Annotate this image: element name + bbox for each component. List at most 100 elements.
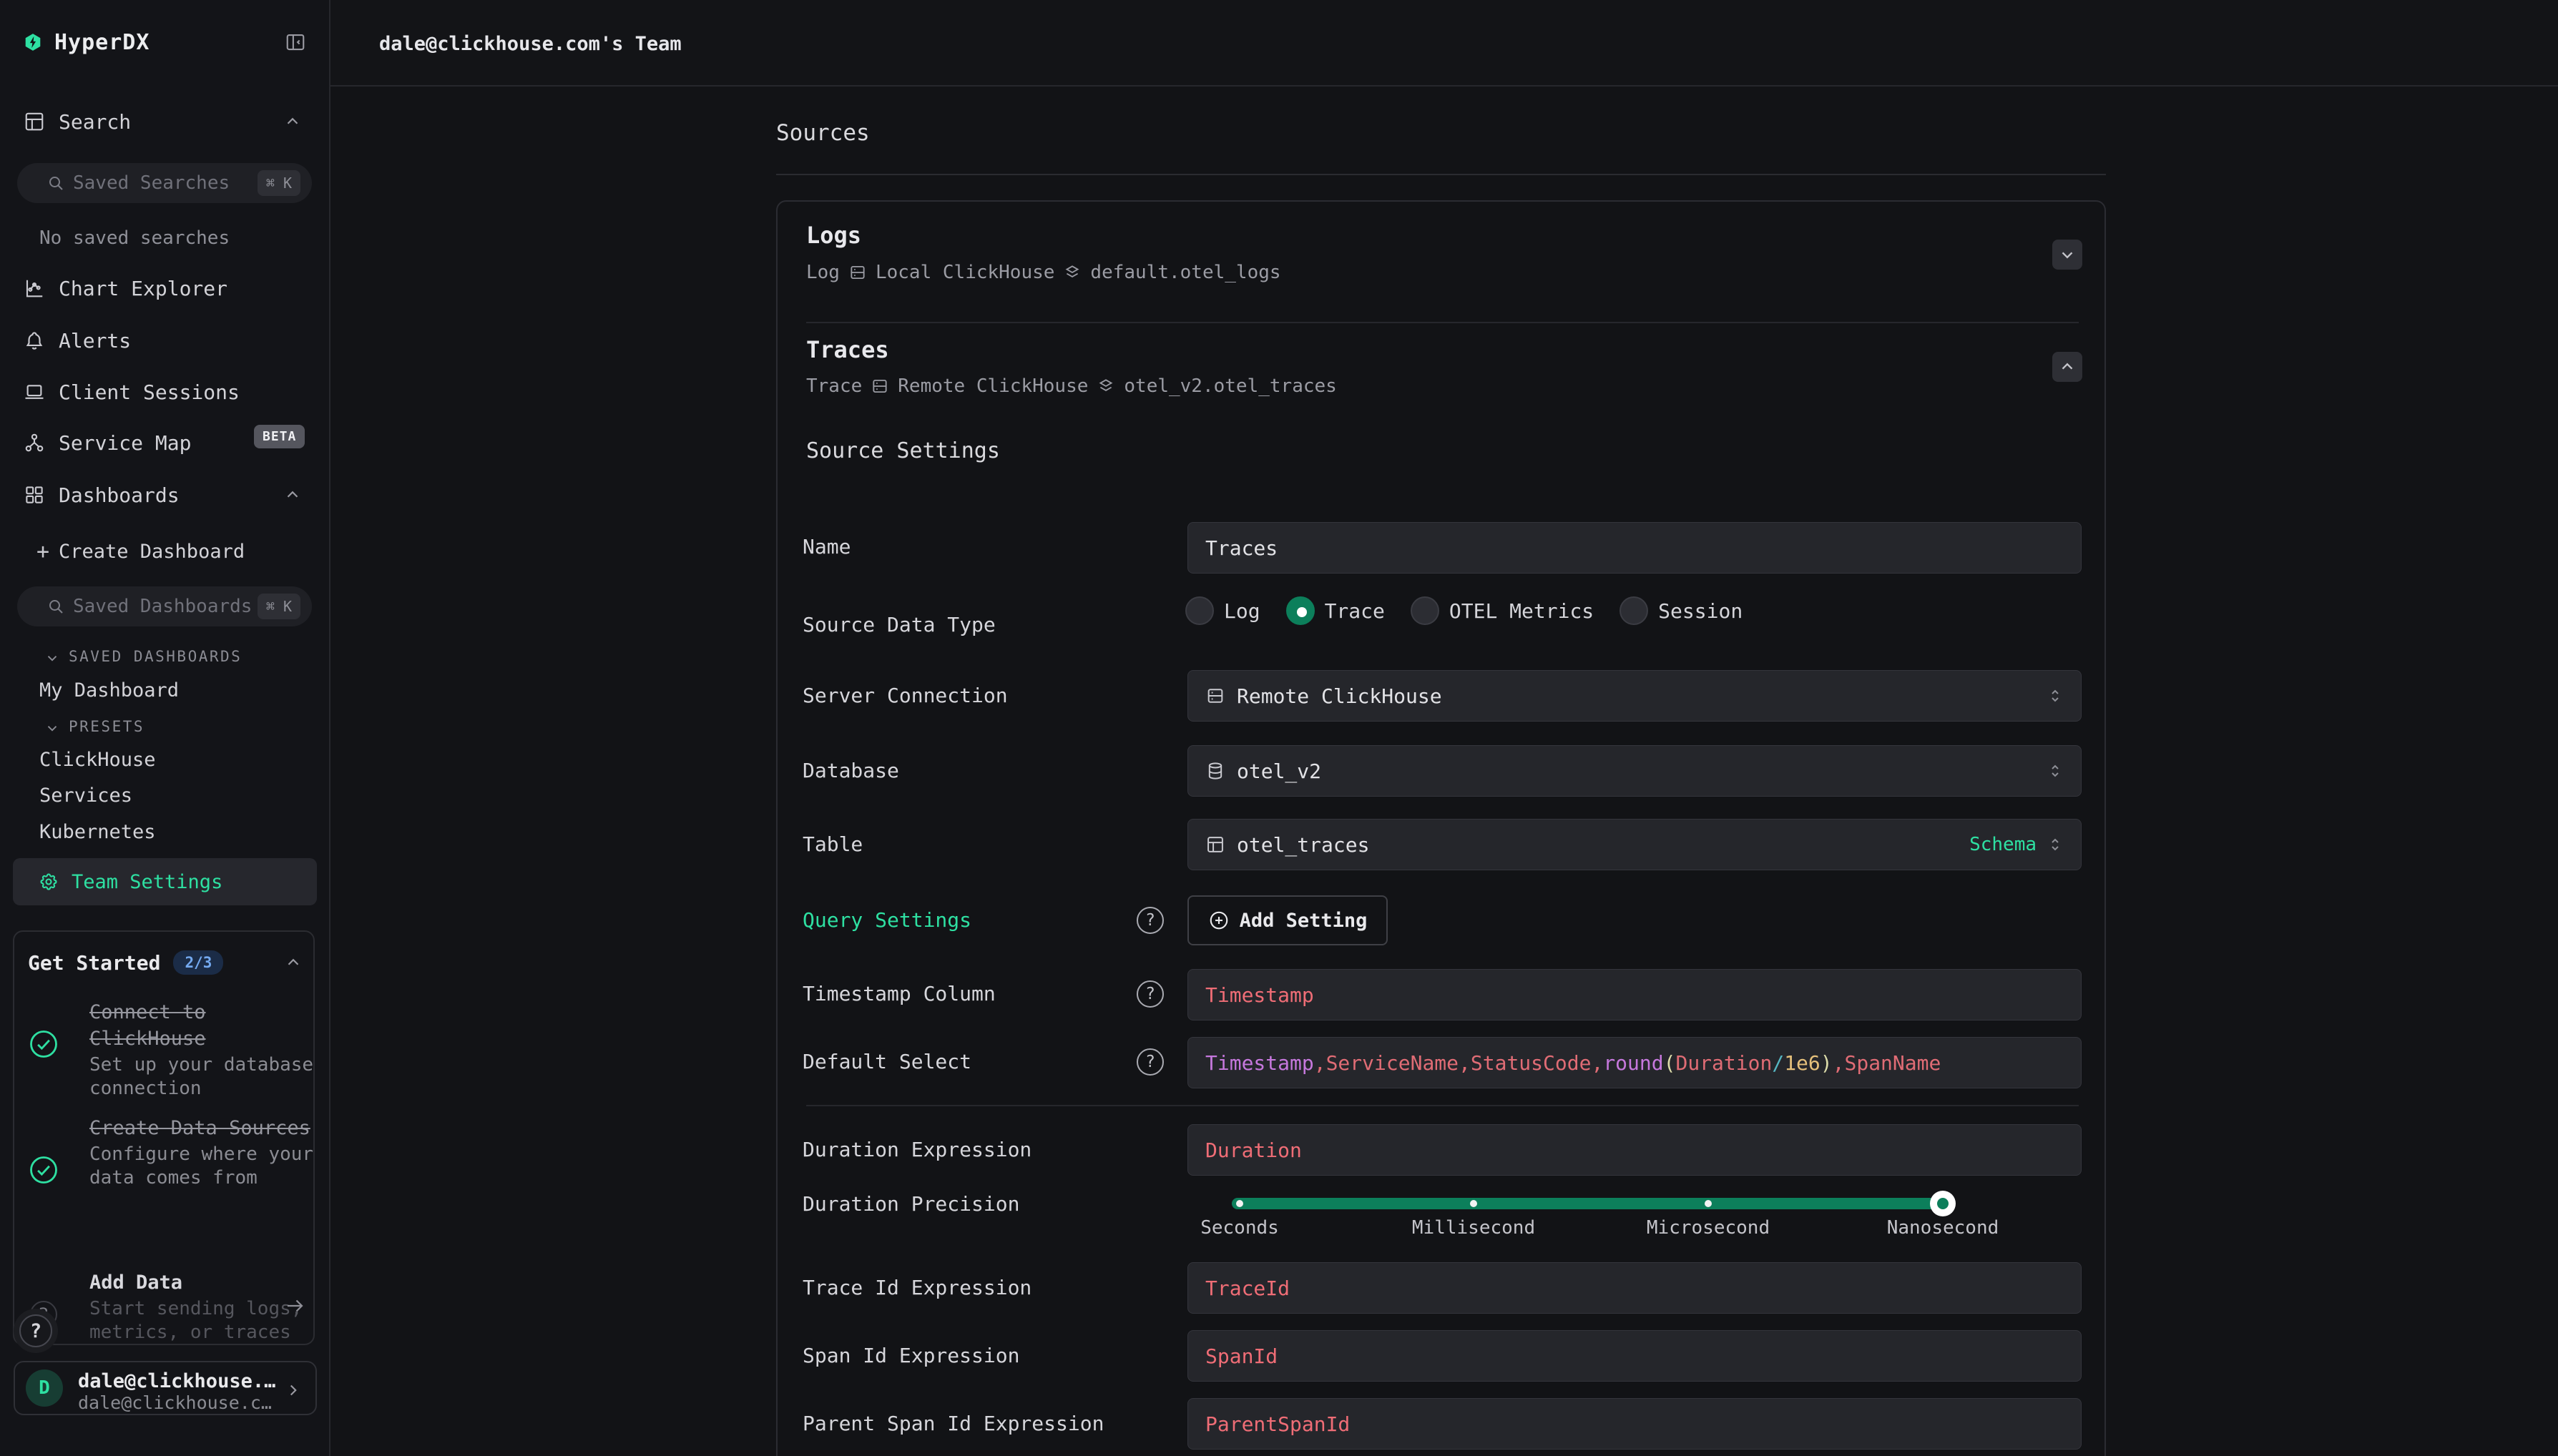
slider-handle[interactable]	[1930, 1191, 1956, 1216]
check-circle-icon	[29, 1029, 59, 1059]
radio-log[interactable]: Log	[1185, 596, 1260, 625]
get-started-item-add-data[interactable]: 3 Add Data Start sending logs, metrics, …	[29, 1269, 315, 1344]
table-select[interactable]: otel_traces Schema	[1187, 819, 2082, 870]
help-icon[interactable]: ?	[1137, 1048, 1164, 1076]
saved-searches-input[interactable]	[73, 172, 252, 194]
sidebar-item-chart-explorer[interactable]: Chart Explorer	[0, 274, 330, 302]
search-panel-icon	[24, 111, 45, 132]
team-settings-label: Team Settings	[72, 871, 222, 893]
logs-expand-button[interactable]	[2052, 240, 2082, 270]
help-icon[interactable]: ?	[1137, 907, 1164, 934]
duration-expression-label: Duration Expression	[803, 1138, 1031, 1161]
radio-circle	[1411, 596, 1439, 625]
saved-dashboards-search[interactable]: ⌘ K	[17, 586, 312, 626]
duration-precision-slider[interactable]: Seconds Millisecond Microsecond Nanoseco…	[1187, 1189, 2082, 1253]
span-id-label: Span Id Expression	[803, 1344, 1019, 1367]
slider-mark-label[interactable]: Millisecond	[1412, 1217, 1535, 1239]
section-presets[interactable]: PRESETS	[0, 717, 330, 736]
sidebar-item-clickhouse[interactable]: ClickHouse	[0, 749, 330, 770]
trace-id-value: TraceId	[1205, 1277, 1290, 1300]
help-icon[interactable]: ?	[1137, 980, 1164, 1008]
plus-circle-icon	[1208, 910, 1230, 931]
sidebar-item-service-map[interactable]: Service Map BETA	[0, 428, 330, 457]
source-settings-title: Source Settings	[806, 438, 1000, 463]
brand-row: HyperDX	[0, 26, 330, 60]
get-started-progress-badge: 2/3	[173, 950, 223, 975]
server-icon	[1205, 686, 1225, 706]
sidebar-item-kubernetes[interactable]: Kubernetes	[0, 821, 330, 842]
database-label: Database	[803, 759, 899, 782]
server-connection-select[interactable]: Remote ClickHouse	[1187, 670, 2082, 722]
duration-expression-input[interactable]: Duration	[1187, 1124, 2082, 1176]
saved-searches-search[interactable]: ⌘ K	[17, 163, 312, 203]
radio-otel-metrics[interactable]: OTEL Metrics	[1411, 596, 1594, 625]
hyperdx-app: HyperDX Search ⌘ K No saved searches	[0, 0, 2558, 1456]
parent-span-id-input[interactable]: ParentSpanId	[1187, 1398, 2082, 1450]
name-label: Name	[803, 536, 851, 559]
span-id-input[interactable]: SpanId	[1187, 1330, 2082, 1382]
sidebar: HyperDX Search ⌘ K No saved searches	[0, 0, 330, 1456]
radio-label: Trace	[1325, 599, 1385, 623]
beta-badge: BETA	[254, 425, 305, 448]
search-icon	[47, 598, 64, 615]
slider-mark-label[interactable]: Nanosecond	[1887, 1217, 1999, 1239]
check-circle-icon	[29, 1155, 59, 1185]
default-select-value: Timestamp,ServiceName,StatusCode,round(D…	[1205, 1051, 1941, 1075]
default-select-input[interactable]: Timestamp,ServiceName,StatusCode,round(D…	[1187, 1037, 2082, 1088]
get-started-item-sources[interactable]: Create Data Sources Configure where your…	[29, 1115, 315, 1190]
sidebar-item-dashboards[interactable]: Dashboards	[0, 481, 330, 509]
server-connection-label: Server Connection	[803, 684, 1008, 707]
chevron-up-icon[interactable]	[284, 953, 303, 972]
slider-mark-label[interactable]: Microsecond	[1647, 1217, 1770, 1239]
database-select[interactable]: otel_v2	[1187, 745, 2082, 797]
name-input[interactable]: Traces	[1187, 522, 2082, 574]
sidebar-collapse-icon[interactable]	[285, 31, 306, 53]
chevron-up-icon[interactable]	[283, 112, 302, 131]
source-data-type-label: Source Data Type	[803, 614, 996, 636]
main-header: dale@clickhouse.com's Team	[330, 0, 2558, 87]
slider-stop[interactable]	[1470, 1200, 1477, 1207]
team-title: dale@clickhouse.com's Team	[379, 33, 682, 55]
title-divider	[776, 174, 2106, 175]
slider-stop[interactable]	[1236, 1200, 1243, 1207]
search-icon	[47, 174, 64, 192]
sidebar-item-client-sessions[interactable]: Client Sessions	[0, 378, 330, 406]
arrow-right-icon	[284, 1295, 305, 1317]
radio-trace[interactable]: Trace	[1286, 596, 1385, 625]
timestamp-column-input[interactable]: Timestamp	[1187, 969, 2082, 1020]
section-label: PRESETS	[69, 718, 144, 735]
schema-link[interactable]: Schema	[1969, 834, 2037, 855]
sidebar-item-label: Dashboards	[59, 483, 180, 507]
help-button[interactable]: ?	[19, 1314, 52, 1347]
radio-session[interactable]: Session	[1619, 596, 1743, 625]
get-started-item-text: Add Data Start sending logs, metrics, or…	[89, 1269, 315, 1344]
sidebar-item-my-dashboard[interactable]: My Dashboard	[0, 679, 330, 701]
sidebar-item-search[interactable]: Search	[0, 107, 330, 136]
sidebar-item-label: Service Map	[59, 431, 191, 455]
get-started-header[interactable]: Get Started 2/3	[28, 950, 303, 975]
slider-stop[interactable]	[1705, 1200, 1712, 1207]
sidebar-item-alerts[interactable]: Alerts	[0, 326, 330, 355]
trace-id-label: Trace Id Expression	[803, 1277, 1031, 1299]
trace-id-input[interactable]: TraceId	[1187, 1262, 2082, 1314]
database-icon	[1205, 761, 1225, 781]
add-setting-button[interactable]: Add Setting	[1187, 895, 1388, 945]
slider-mark-label[interactable]: Seconds	[1200, 1217, 1279, 1239]
traces-source-meta: Trace Remote ClickHouse otel_v2.otel_tra…	[806, 375, 1337, 397]
sidebar-item-services[interactable]: Services	[0, 784, 330, 806]
saved-dashboards-input[interactable]	[73, 596, 252, 617]
user-name: dale@clickhouse.…	[78, 1370, 275, 1392]
user-menu[interactable]: D dale@clickhouse.… dale@clickhouse.c…	[14, 1361, 317, 1415]
get-started-item-connect[interactable]: Connect to ClickHouse Set up your databa…	[29, 999, 315, 1101]
slider-track[interactable]	[1232, 1198, 1951, 1209]
create-dashboard-button[interactable]: + Create Dashboard	[0, 541, 330, 562]
duration-precision-label: Duration Precision	[803, 1193, 1019, 1216]
span-id-value: SpanId	[1205, 1344, 1278, 1368]
selector-icon	[2047, 687, 2064, 704]
get-started-item-title: Create Data Sources	[89, 1115, 315, 1141]
chevron-up-icon[interactable]	[283, 486, 302, 504]
section-saved-dashboards[interactable]: SAVED DASHBOARDS	[0, 647, 330, 666]
traces-collapse-button[interactable]	[2052, 352, 2082, 382]
section-label: SAVED DASHBOARDS	[69, 648, 242, 665]
sidebar-item-team-settings[interactable]: Team Settings	[13, 858, 317, 905]
